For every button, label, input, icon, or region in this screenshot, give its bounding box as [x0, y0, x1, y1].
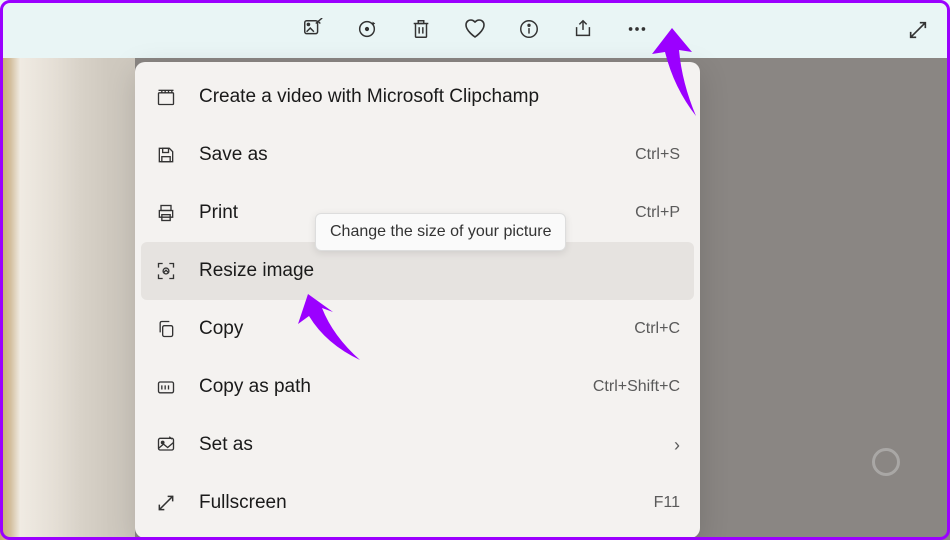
menu-label: Copy [199, 318, 634, 340]
context-menu: Create a video with Microsoft Clipchamp … [135, 62, 700, 538]
delete-icon[interactable] [409, 17, 433, 41]
fullscreen-icon [155, 492, 177, 514]
menu-item-save-as[interactable]: Save as Ctrl+S [141, 126, 694, 184]
rotate-icon[interactable] [355, 17, 379, 41]
share-icon[interactable] [571, 17, 595, 41]
menu-item-fullscreen[interactable]: Fullscreen F11 [141, 474, 694, 532]
resize-icon [155, 260, 177, 282]
menu-label: Copy as path [199, 376, 593, 398]
menu-item-set-as[interactable]: Set as › [141, 416, 694, 474]
fullscreen-toggle-icon[interactable] [906, 18, 930, 42]
copy-icon [155, 318, 177, 340]
set-as-icon [155, 434, 177, 456]
menu-label: Resize image [199, 260, 680, 282]
menu-item-copy-path[interactable]: Copy as path Ctrl+Shift+C [141, 358, 694, 416]
save-icon [155, 144, 177, 166]
info-icon[interactable] [517, 17, 541, 41]
menu-label: Create a video with Microsoft Clipchamp [199, 86, 680, 108]
menu-item-copy[interactable]: Copy Ctrl+C [141, 300, 694, 358]
tooltip-text: Change the size of your picture [330, 223, 551, 240]
menu-shortcut: Ctrl+S [635, 146, 680, 164]
menu-shortcut: Ctrl+C [634, 320, 680, 338]
print-icon [155, 202, 177, 224]
menu-item-clipchamp[interactable]: Create a video with Microsoft Clipchamp [141, 68, 694, 126]
menu-label: Save as [199, 144, 635, 166]
toolbar [0, 0, 950, 58]
menu-shortcut: Ctrl+Shift+C [593, 378, 680, 396]
menu-shortcut: Ctrl+P [635, 204, 680, 222]
photo-preview [0, 58, 135, 540]
tooltip: Change the size of your picture [315, 213, 566, 251]
menu-shortcut: F11 [654, 494, 680, 512]
favorite-icon[interactable] [463, 17, 487, 41]
chevron-right-icon: › [674, 435, 680, 456]
loading-indicator [872, 448, 900, 476]
clipchamp-icon [155, 86, 177, 108]
copy-path-icon [155, 376, 177, 398]
more-icon[interactable] [625, 17, 649, 41]
edit-icon[interactable] [301, 17, 325, 41]
menu-label: Fullscreen [199, 492, 654, 514]
menu-label: Set as [199, 434, 666, 456]
